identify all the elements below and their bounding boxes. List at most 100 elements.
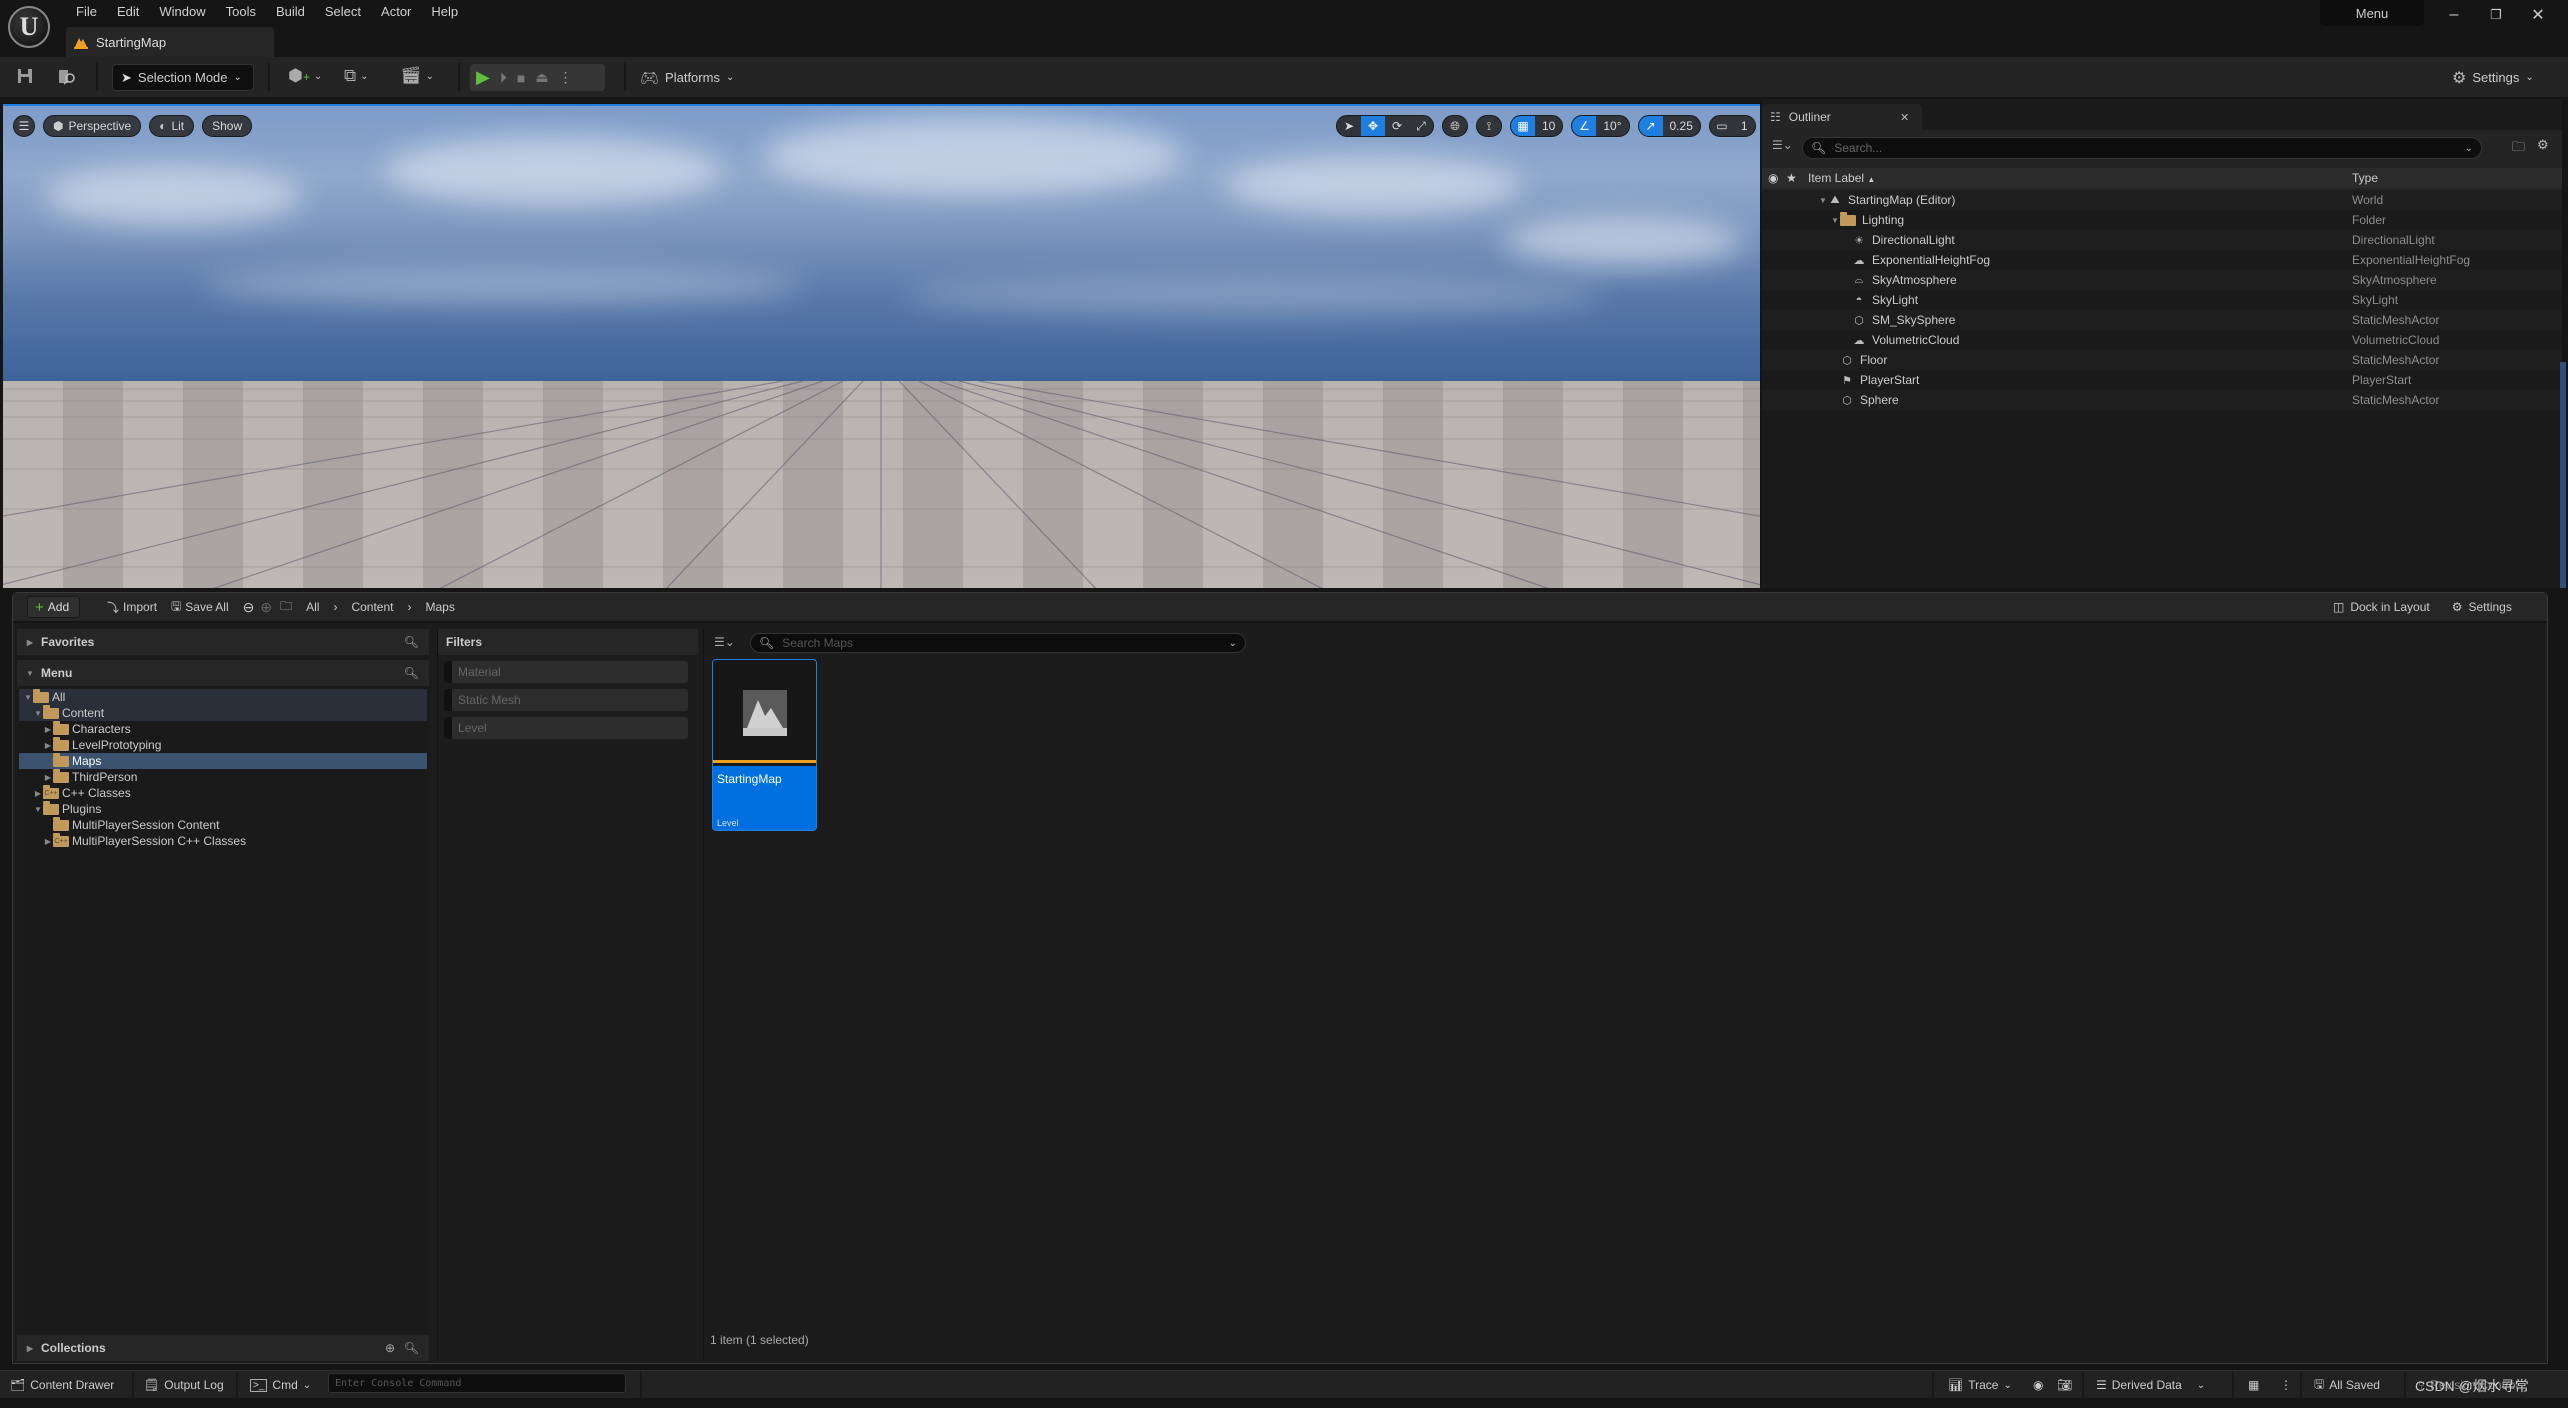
outliner-row[interactable]: ⚑ PlayerStart PlayerStart	[1762, 370, 2562, 390]
item-label-column[interactable]: Item Label ▲	[1808, 171, 1875, 185]
rotation-snap-control[interactable]: ∠ 10°	[1571, 115, 1630, 137]
scale-tool-icon[interactable]: ⤢	[1409, 116, 1433, 136]
rotate-tool-icon[interactable]: ⟳	[1385, 116, 1409, 136]
filter-icon[interactable]: ☰⌄	[714, 635, 735, 649]
filter-icon[interactable]: ☰⌄	[1772, 138, 1793, 152]
expand-down-icon[interactable]: ▼	[1818, 196, 1828, 205]
close-window-button[interactable]: ✕	[2524, 4, 2552, 26]
folder-icon[interactable]: 🗀	[280, 597, 292, 618]
folder-tree-item[interactable]: Maps	[19, 752, 427, 769]
expand-right-icon[interactable]: ▶	[33, 789, 43, 798]
show-button[interactable]: Show	[202, 115, 253, 137]
dock-in-layout-button[interactable]: ◫ Dock in Layout	[2333, 600, 2430, 614]
menu-tools[interactable]: Tools	[216, 2, 266, 22]
close-tab-icon[interactable]: ✕	[1900, 111, 1909, 124]
outliner-row[interactable]: ⬡ SM_SkySphere StaticMeshActor	[1762, 310, 2562, 330]
search-icon[interactable]: 🔍︎	[404, 635, 419, 649]
gear-icon[interactable]: ⚙	[2537, 137, 2549, 153]
more-options-icon[interactable]: ⋮	[559, 69, 573, 86]
breadcrumb-content[interactable]: Content	[351, 600, 393, 614]
asset-tile-startingmap[interactable]: StartingMap Level	[712, 659, 817, 831]
menu-header[interactable]: ▼ Menu 🔍︎	[17, 660, 429, 686]
outliner-row[interactable]: ⬡ Floor StaticMeshActor	[1762, 350, 2562, 370]
selection-mode-dropdown[interactable]: ➤ Selection Mode ⌄	[112, 64, 254, 91]
eject-button[interactable]: ⏏︎	[535, 69, 548, 86]
play-button[interactable]: ▶	[476, 67, 490, 88]
breadcrumb-all[interactable]: All	[306, 600, 319, 614]
save-icon[interactable]	[17, 68, 33, 84]
favorites-header[interactable]: ▶ Favorites 🔍︎	[17, 629, 429, 655]
outliner-row[interactable]: ▼ ⛰ StartingMap (Editor) World	[1762, 190, 2562, 210]
expand-down-icon[interactable]: ▼	[1830, 216, 1840, 225]
level-viewport[interactable]: ☰ ⬢ Perspective ◐ Lit Show ➤ ✥ ⟳ ⤢ 🌐︎ ⟟ …	[3, 104, 1760, 588]
outliner-row[interactable]: ⌓ SkyAtmosphere SkyAtmosphere	[1762, 270, 2562, 290]
expand-down-icon[interactable]: ▼	[33, 805, 43, 814]
filter-material[interactable]: Material	[444, 661, 688, 683]
folder-tree-item[interactable]: MultiPlayerSession Content	[19, 816, 427, 833]
outliner-row[interactable]: ◓ SkyLight SkyLight	[1762, 290, 2562, 310]
unreal-logo-icon[interactable]: U	[8, 6, 50, 48]
outliner-row[interactable]: ☀ DirectionalLight DirectionalLight	[1762, 230, 2562, 250]
output-log-button[interactable]: 🗒︎ Output Log	[144, 1376, 224, 1394]
trace-dropdown[interactable]: 📊︎ Trace ⌄	[1948, 1376, 2012, 1394]
add-collection-icon[interactable]: ⊕	[385, 1341, 395, 1355]
folder-tree-item[interactable]: ▶ ThirdPerson	[19, 768, 427, 785]
search-icon[interactable]: 🔍︎	[404, 666, 419, 680]
menu-button[interactable]: Menu	[2320, 0, 2424, 26]
filter-static-mesh[interactable]: Static Mesh	[444, 689, 688, 711]
console-command-input[interactable]: Enter Console Command	[328, 1373, 626, 1393]
camera-speed-control[interactable]: ▭ 1	[1708, 115, 1756, 137]
restore-button[interactable]: ❐	[2482, 4, 2510, 26]
folder-tree-item[interactable]: ▼ Content	[19, 704, 427, 721]
derived-data-dropdown[interactable]: ☰ Derived Data ⌄	[2096, 1376, 2205, 1394]
all-saved-button[interactable]: 🖫 All Saved	[2314, 1376, 2380, 1394]
menu-help[interactable]: Help	[421, 2, 468, 22]
back-icon[interactable]: ⊖	[243, 599, 255, 616]
expand-right-icon[interactable]: ▶	[43, 725, 53, 734]
outliner-row[interactable]: ⬡ Sphere StaticMeshActor	[1762, 390, 2562, 410]
grid-snap-control[interactable]: ▦ 10	[1510, 115, 1564, 137]
add-button[interactable]: + Add	[27, 596, 80, 618]
pin-column-icon[interactable]: ★	[1786, 171, 1797, 185]
minimize-button[interactable]: –	[2440, 4, 2468, 26]
outliner-scrollbar[interactable]	[2560, 362, 2566, 588]
menu-select[interactable]: Select	[315, 2, 371, 22]
browse-content-icon[interactable]	[58, 67, 76, 85]
outliner-row[interactable]: ☁ ExponentialHeightFog ExponentialHeightFo…	[1762, 250, 2562, 270]
select-tool-icon[interactable]: ➤	[1337, 116, 1361, 136]
forward-icon[interactable]: ⊕	[260, 599, 272, 616]
asset-search-input[interactable]: 🔍︎ Search Maps ⌄	[750, 633, 1246, 653]
visibility-column-icon[interactable]: ◉	[1768, 171, 1778, 185]
folder-tree-item[interactable]: ▶ C++ MultiPlayerSession C++ Classes	[19, 832, 427, 849]
viewport-options-button[interactable]: ☰	[13, 115, 35, 137]
stop-button[interactable]: ■	[517, 70, 525, 86]
menu-window[interactable]: Window	[149, 2, 215, 22]
menu-file[interactable]: File	[66, 2, 107, 22]
expand-down-icon[interactable]: ▼	[23, 693, 33, 702]
perspective-button[interactable]: ⬢ Perspective	[43, 115, 142, 137]
outliner-search-input[interactable]: 🔍︎ Search... ⌄	[1802, 137, 2482, 159]
add-actor-button[interactable]: ⬢+ ⌄	[288, 66, 322, 86]
step-forward-button[interactable]: ⏵︎	[500, 69, 507, 86]
resource-usage-icon[interactable]: ▦	[2248, 1376, 2259, 1394]
expand-right-icon[interactable]: ▶	[43, 837, 53, 846]
world-local-toggle[interactable]: 🌐︎	[1442, 115, 1468, 137]
screenshot-icon[interactable]: 📷︎	[2057, 1376, 2072, 1394]
menu-build[interactable]: Build	[266, 2, 315, 22]
breadcrumb-maps[interactable]: Maps	[425, 600, 454, 614]
translate-tool-icon[interactable]: ✥	[1361, 116, 1385, 136]
platforms-dropdown[interactable]: 🎮︎ Platforms ⌄	[640, 64, 734, 91]
folder-tree-item[interactable]: ▼ All	[19, 688, 427, 705]
trace-record-icon[interactable]: ◉	[2033, 1376, 2043, 1394]
expand-down-icon[interactable]: ▼	[33, 709, 43, 718]
cmd-dropdown[interactable]: >_ Cmd ⌄	[250, 1376, 311, 1394]
import-button[interactable]: ⤵ Import	[107, 599, 157, 616]
document-tab[interactable]: StartingMap	[66, 27, 274, 57]
settings-dropdown[interactable]: ⚙ Settings ⌄	[2452, 64, 2534, 91]
content-drawer-button[interactable]: 🗂︎ Content Drawer	[10, 1376, 114, 1394]
menu-actor[interactable]: Actor	[371, 2, 421, 22]
outliner-tab[interactable]: ☷ Outliner ✕	[1762, 104, 1922, 130]
more-options-icon[interactable]: ⋮	[2280, 1376, 2292, 1394]
expand-right-icon[interactable]: ▶	[43, 741, 53, 750]
filter-level[interactable]: Level	[444, 717, 688, 739]
